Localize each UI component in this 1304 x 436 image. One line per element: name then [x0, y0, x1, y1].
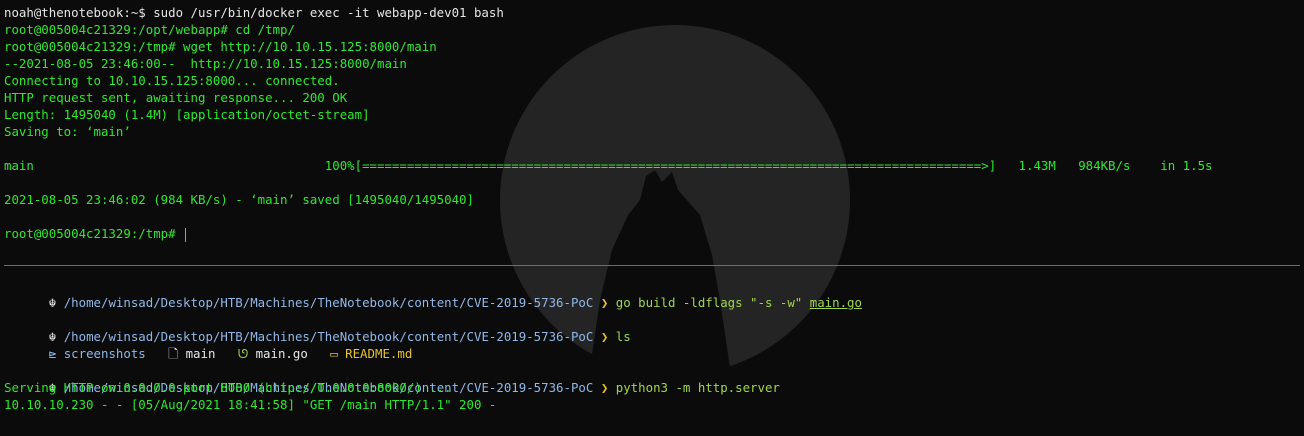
- terminal-line: Saving to: ‘main’: [4, 124, 131, 139]
- terminal-line: HTTP request sent, awaiting response... …: [4, 90, 348, 105]
- folder-icon: ⊵: [48, 346, 57, 361]
- terminal-line: Connecting to 10.10.15.125:8000... conne…: [4, 73, 340, 88]
- terminal-line: Serving HTTP on 0.0.0.0 port 8000 (http:…: [4, 380, 452, 395]
- terminal-line: root@005004c21329:/opt/webapp# cd /tmp/: [4, 22, 295, 37]
- pane-divider[interactable]: [4, 265, 1300, 266]
- terminal-window[interactable]: noah@thenotebook:~$ sudo /usr/bin/docker…: [0, 0, 1304, 436]
- terminal-line: ☬ /home/winsad/Desktop/HTB/Machines/TheN…: [48, 295, 862, 310]
- terminal-line: 10.10.10.230 - - [05/Aug/2021 18:41:58] …: [4, 397, 497, 412]
- file-icon: 🗋: [168, 346, 179, 361]
- chevron-right-icon: ❯: [600, 329, 609, 344]
- terminal-line: Length: 1495040 (1.4M) [application/octe…: [4, 107, 370, 122]
- top-pane[interactable]: noah@thenotebook:~$ sudo /usr/bin/docker…: [0, 0, 1304, 262]
- prompt-symbol-icon: ☬: [48, 295, 57, 310]
- terminal-line: root@005004c21329:/tmp# wget http://10.1…: [4, 39, 437, 54]
- text-cursor: [185, 227, 187, 242]
- download-progress-line: main 100%[==============================…: [4, 158, 1213, 173]
- ls-output-line: ⊵ screenshots 🗋 main ᘎ main.go ▭ README.…: [48, 346, 413, 361]
- markdown-file-icon: ▭: [330, 346, 338, 361]
- active-prompt-line[interactable]: root@005004c21329:/tmp#: [4, 225, 187, 242]
- chevron-right-icon: ❯: [600, 295, 609, 310]
- terminal-line: ☬ /home/winsad/Desktop/HTB/Machines/TheN…: [48, 329, 631, 344]
- go-file-icon: ᘎ: [237, 346, 249, 361]
- terminal-line: ☬ /home/winsad/Desktop/HTB/Machines/TheN…: [48, 380, 780, 395]
- terminal-line: --2021-08-05 23:46:00-- http://10.10.15.…: [4, 56, 407, 71]
- terminal-line: 2021-08-05 23:46:02 (984 KB/s) - ‘main’ …: [4, 192, 474, 207]
- terminal-line: noah@thenotebook:~$ sudo /usr/bin/docker…: [4, 5, 504, 20]
- bottom-pane[interactable]: ☬ /home/winsad/Desktop/HTB/Machines/TheN…: [0, 268, 1304, 436]
- chevron-right-icon: ❯: [600, 380, 609, 395]
